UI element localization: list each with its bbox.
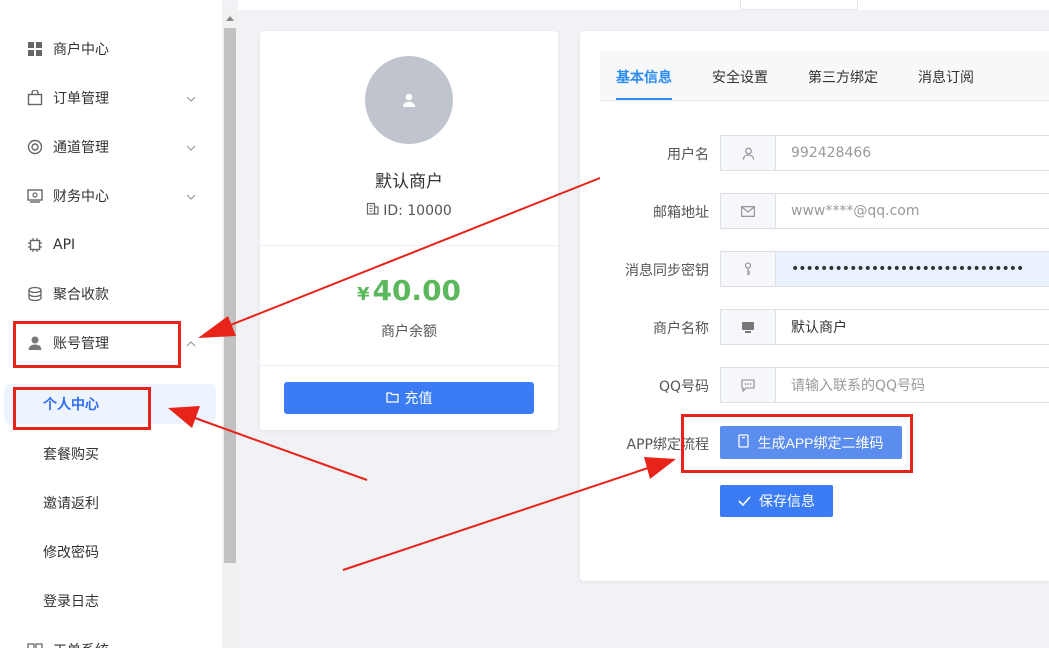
chevron-down-icon xyxy=(186,188,196,204)
username-value: 992428466 xyxy=(791,145,872,161)
mail-icon xyxy=(721,194,776,228)
save-info-button[interactable]: 保存信息 xyxy=(720,485,833,517)
key-icon xyxy=(721,252,776,286)
sidebar-scrollbar[interactable] xyxy=(222,10,238,648)
sync-key-label: 消息同步密钥 xyxy=(625,263,709,279)
sidebar-item-label: 通道管理 xyxy=(53,140,109,156)
sidebar-item-tickets[interactable]: 工单系统 xyxy=(0,630,222,648)
sidebar-item-merchant-center[interactable]: 商户中心 xyxy=(0,29,222,69)
email-field[interactable]: www****@qq.com xyxy=(720,193,1049,229)
sidebar-item-label: 订单管理 xyxy=(53,91,109,107)
divider xyxy=(260,245,558,246)
sync-key-field[interactable]: •••••••••••••••••••••••••••••••• xyxy=(720,251,1049,287)
building-icon xyxy=(366,202,379,219)
bag-icon xyxy=(26,89,44,107)
check-icon xyxy=(738,493,751,509)
annotation-box-account xyxy=(13,321,181,368)
ring-icon xyxy=(26,138,44,156)
tab-bar: 基本信息 安全设置 第三方绑定 消息订阅 xyxy=(600,51,1049,101)
currency-symbol: ¥ xyxy=(356,284,370,305)
recharge-label: 充值 xyxy=(404,390,433,406)
scroll-up-icon[interactable] xyxy=(226,16,234,21)
merchant-name-field[interactable]: 默认商户 xyxy=(720,309,1049,345)
sidebar-subitem-packages[interactable]: 套餐购买 xyxy=(0,434,222,474)
tab-security[interactable]: 安全设置 xyxy=(712,67,768,87)
username-label: 用户名 xyxy=(667,147,709,163)
top-tab[interactable] xyxy=(740,0,858,10)
sidebar-item-label: 聚合收款 xyxy=(53,287,109,303)
sync-key-wrap: •••••••••••••••••••••••••••••••• xyxy=(776,252,1049,286)
tab-basic-info[interactable]: 基本信息 xyxy=(616,67,672,87)
email-label: 邮箱地址 xyxy=(653,205,709,221)
merchant-id: ID: 10000 xyxy=(260,202,558,219)
sidebar-subitem-label: 邀请返利 xyxy=(43,496,99,512)
chevron-up-icon xyxy=(186,335,196,351)
sidebar-item-label: 工单系统 xyxy=(53,640,109,648)
folder-icon xyxy=(385,390,399,406)
balance-label: 商户余额 xyxy=(381,324,437,340)
sidebar-subitem-login-log[interactable]: 登录日志 xyxy=(0,581,222,621)
recharge-button[interactable]: 充值 xyxy=(284,382,534,414)
qq-field[interactable]: 请输入联系的QQ号码 xyxy=(720,367,1049,403)
sidebar-item-label: 商户中心 xyxy=(53,42,109,58)
sync-key-value: •••••••••••••••••••••••••••••••• xyxy=(791,261,1024,277)
annotation-box-personal-center xyxy=(13,387,151,430)
sidebar-subitem-label: 修改密码 xyxy=(43,545,99,561)
sidebar-item-api[interactable]: API xyxy=(0,225,222,265)
sidebar-subitem-referral[interactable]: 邀请返利 xyxy=(0,483,222,523)
user-icon xyxy=(403,93,415,107)
chip-icon xyxy=(26,236,44,254)
book-icon xyxy=(26,640,44,648)
balance-value: 40.00 xyxy=(372,274,462,307)
monitor-icon xyxy=(721,310,776,344)
wallet-icon xyxy=(26,187,44,205)
qq-label: QQ号码 xyxy=(658,379,709,395)
sidebar-subitem-label: 登录日志 xyxy=(43,594,99,610)
grid-icon xyxy=(26,40,44,58)
sidebar-item-label: 财务中心 xyxy=(53,189,109,205)
avatar xyxy=(365,56,453,144)
annotation-box-app-bind xyxy=(681,414,913,473)
balance-amount: ¥40.00 xyxy=(260,274,558,307)
profile-card: 默认商户 ID: 10000 ¥40.00 商户余额 充值 xyxy=(260,31,558,430)
sidebar-item-channels[interactable]: 通道管理 xyxy=(0,127,222,167)
chat-icon xyxy=(721,368,776,402)
username-field[interactable]: 992428466 xyxy=(720,135,1049,171)
merchant-name: 默认商户 xyxy=(375,172,443,192)
scroll-thumb[interactable] xyxy=(224,28,236,563)
save-info-label: 保存信息 xyxy=(759,493,815,509)
email-value: www****@qq.com xyxy=(791,203,920,219)
tab-subscriptions[interactable]: 消息订阅 xyxy=(918,67,974,87)
qq-placeholder: 请输入联系的QQ号码 xyxy=(791,378,926,394)
tab-third-party[interactable]: 第三方绑定 xyxy=(808,67,878,87)
sidebar-item-orders[interactable]: 订单管理 xyxy=(0,78,222,118)
sidebar-item-aggregate-pay[interactable]: 聚合收款 xyxy=(0,274,222,314)
chevron-down-icon xyxy=(186,90,196,106)
merchant-name-value: 默认商户 xyxy=(791,320,847,336)
cash-icon xyxy=(26,285,44,303)
merchant-name-label: 商户名称 xyxy=(653,321,709,337)
sidebar-subitem-label: 套餐购买 xyxy=(43,447,99,463)
user-icon xyxy=(721,136,776,170)
tab-active-indicator xyxy=(616,98,672,100)
sidebar-item-label: API xyxy=(53,237,76,253)
merchant-id-text: ID: 10000 xyxy=(383,202,452,219)
top-bar xyxy=(238,0,1049,10)
divider xyxy=(260,365,558,366)
sidebar-subitem-change-password[interactable]: 修改密码 xyxy=(0,532,222,572)
settings-card: 基本信息 安全设置 第三方绑定 消息订阅 用户名 992428466 邮箱地址 … xyxy=(580,31,1049,581)
sidebar-item-finance[interactable]: 财务中心 xyxy=(0,176,222,216)
chevron-down-icon xyxy=(186,139,196,155)
